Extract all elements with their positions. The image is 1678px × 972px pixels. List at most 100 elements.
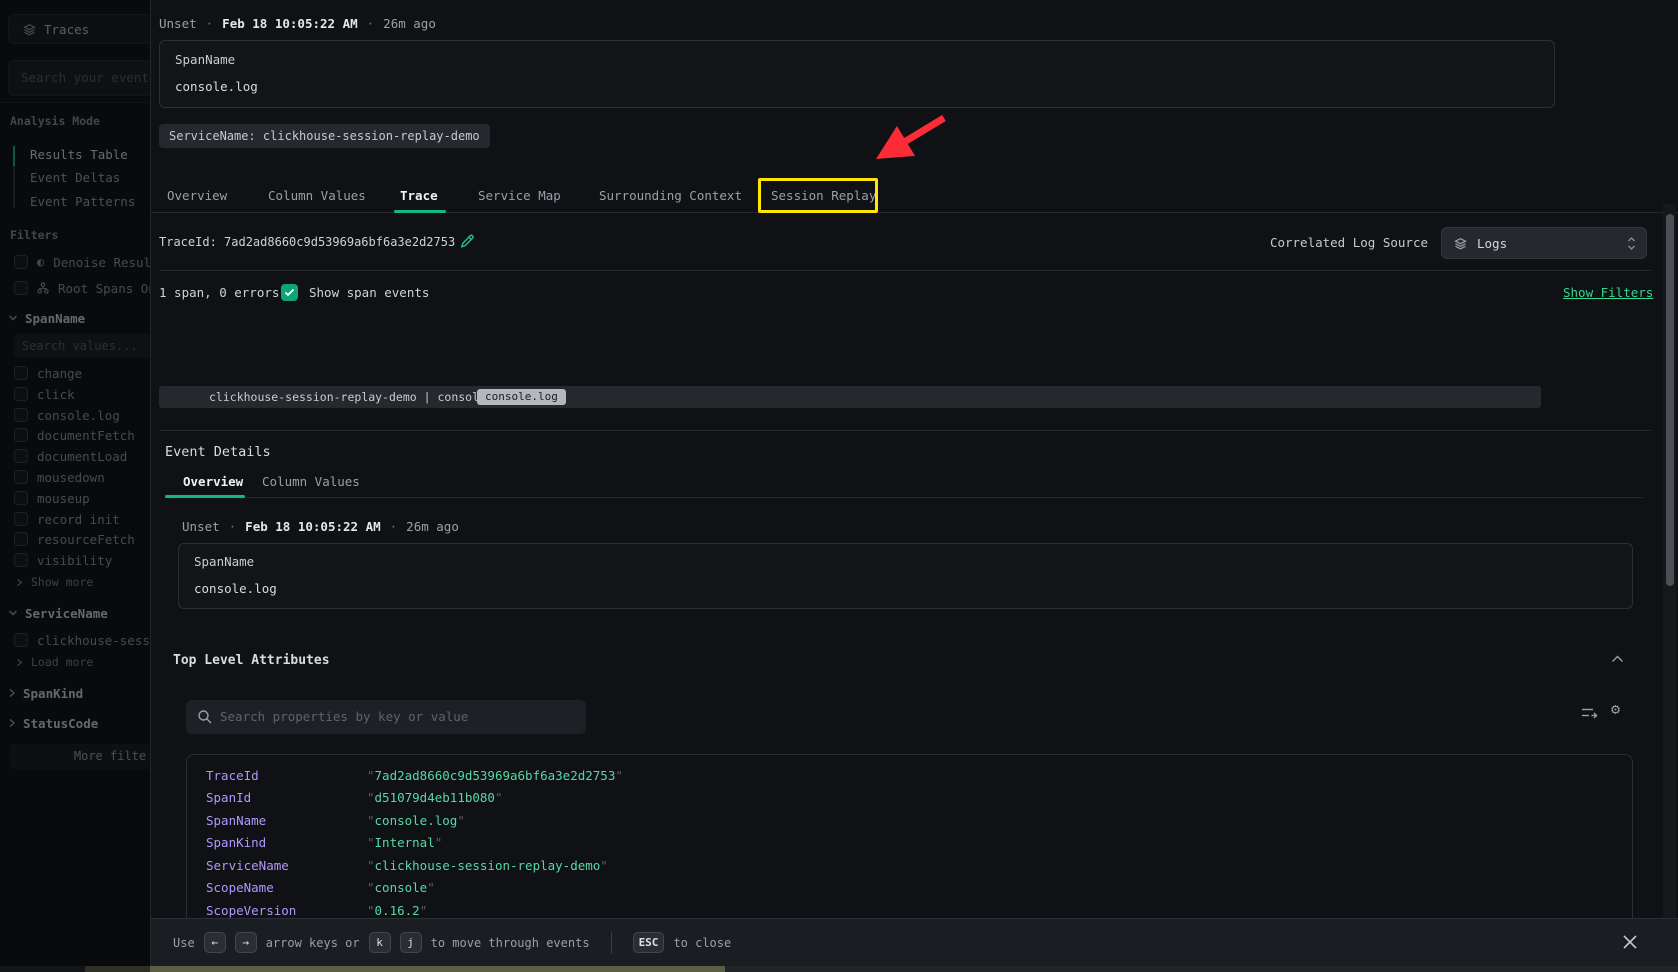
edit-pencil-icon[interactable] [459, 233, 475, 249]
show-span-events-checkbox[interactable] [281, 284, 298, 301]
filter-value-row[interactable]: documentLoad [14, 446, 127, 466]
filter-group-spankind[interactable]: SpanKind [8, 683, 83, 703]
root-spans-row[interactable]: Root Spans On [14, 278, 150, 298]
value-checkbox[interactable] [14, 491, 28, 505]
filter-group-statuscode[interactable]: StatusCode [8, 713, 98, 733]
filter-value-row[interactable]: resourceFetch [14, 529, 135, 549]
quote-mark: " [367, 880, 375, 895]
key-left-arrow: ← [204, 932, 226, 953]
check-icon [284, 288, 295, 297]
scrollbar-thumb[interactable] [1666, 214, 1674, 586]
event-details-meta-line: Unset · Feb 18 10:05:22 AM · 26m ago [182, 517, 459, 535]
filter-value-row[interactable]: documentFetch [14, 425, 135, 445]
attributes-search-input[interactable]: Search properties by key or value [186, 700, 586, 734]
separator-dot: · [206, 16, 214, 31]
close-icon[interactable] [1621, 933, 1639, 951]
filter-value-row[interactable]: mouseup [14, 488, 90, 508]
attribute-value: console.log [375, 813, 458, 828]
value-checkbox[interactable] [14, 449, 28, 463]
more-filters-button[interactable]: More filte [10, 744, 150, 769]
chevron-right-icon [8, 718, 16, 728]
filter-value-row[interactable]: clickhouse-sessi [14, 630, 150, 650]
separator-dot: · [390, 519, 398, 534]
filters-label: Filters [10, 228, 58, 242]
trace-waterfall-span-bar[interactable]: clickhouse-session-replay-demo | console… [159, 386, 1541, 408]
mode-item-results-table[interactable]: Results Table [30, 147, 128, 162]
attribute-key: ScopeVersion [206, 903, 367, 918]
denoise-checkbox[interactable] [14, 255, 28, 269]
tab-overview[interactable]: Overview [167, 188, 227, 203]
filter-value-row[interactable]: click [14, 384, 75, 404]
sidebar: Traces Search your event Analysis Mode R… [0, 0, 150, 972]
value-label: mouseup [37, 491, 90, 506]
value-checkbox[interactable] [14, 366, 28, 380]
value-checkbox[interactable] [14, 553, 28, 567]
attribute-value: Internal [375, 835, 435, 850]
attribute-row: SpanId"d51079d4eb11b080" [187, 787, 1632, 810]
background-chart-strip [85, 966, 725, 972]
traces-source-button[interactable]: Traces [8, 14, 150, 44]
attribute-row: ServiceName"clickhouse-session-replay-de… [187, 854, 1632, 877]
attributes-search-placeholder: Search properties by key or value [220, 700, 468, 734]
select-updown-chevron-icon [1627, 236, 1636, 251]
tab-column-values[interactable]: Column Values [268, 188, 366, 203]
sort-lines-icon[interactable] [1581, 706, 1598, 720]
footer-move-text: to move through events [431, 936, 590, 950]
filter-value-row[interactable]: mousedown [14, 467, 105, 487]
root-spans-label: Root Spans On [58, 281, 150, 296]
filter-value-row[interactable]: visibility [14, 550, 112, 570]
show-span-events-label[interactable]: Show span events [309, 285, 429, 300]
value-checkbox[interactable] [14, 512, 28, 526]
event-details-tab-overview[interactable]: Overview [183, 474, 243, 489]
tab-surrounding-context[interactable]: Surrounding Context [599, 188, 742, 203]
filter-group-servicename[interactable]: ServiceName [8, 603, 108, 623]
log-source-value: Logs [1477, 236, 1507, 251]
filter-value-row[interactable]: console.log [14, 405, 120, 425]
span-name-card: SpanName console.log [159, 40, 1555, 108]
chevron-right-icon [8, 688, 16, 698]
event-details-tab-column-values[interactable]: Column Values [262, 474, 360, 489]
active-tab-underline [394, 210, 446, 213]
attribute-value: console [375, 880, 428, 895]
value-checkbox[interactable] [14, 470, 28, 484]
event-side-panel: Unset · Feb 18 10:05:22 AM · 26m ago Spa… [150, 0, 1678, 966]
show-filters-link[interactable]: Show Filters [1563, 285, 1653, 300]
waterfall-span-badge: console.log [477, 389, 566, 405]
mode-item-event-patterns[interactable]: Event Patterns [30, 194, 135, 209]
timestamp-text: Feb 18 10:05:22 AM [222, 16, 357, 31]
quote-mark: " [457, 813, 465, 828]
span-name-card-label: SpanName [194, 554, 254, 569]
waterfall-span-label: clickhouse-session-replay-demo | console [209, 386, 486, 408]
quote-mark: " [367, 813, 375, 828]
event-meta-line: Unset · Feb 18 10:05:22 AM · 26m ago [159, 14, 436, 32]
value-checkbox[interactable] [14, 408, 28, 422]
mode-item-event-deltas[interactable]: Event Deltas [30, 170, 120, 185]
service-name-badge[interactable]: ServiceName: clickhouse-session-replay-d… [159, 124, 490, 148]
value-checkbox[interactable] [14, 532, 28, 546]
footer-divider [611, 932, 612, 954]
sidebar-search-input[interactable]: Search your event [8, 60, 150, 96]
root-spans-checkbox[interactable] [14, 281, 28, 295]
servicename-load-more[interactable]: Load more [16, 654, 93, 670]
value-checkbox[interactable] [14, 633, 28, 647]
value-checkbox[interactable] [14, 387, 28, 401]
log-source-select[interactable]: Logs [1441, 227, 1647, 259]
panel-footer: Use ← → arrow keys or k j to move throug… [151, 918, 1678, 966]
filter-value-row[interactable]: record init [14, 509, 120, 529]
attribute-key: ServiceName [206, 858, 367, 873]
spanname-show-more[interactable]: Show more [16, 574, 93, 590]
value-checkbox[interactable] [14, 428, 28, 442]
attribute-row: ScopeVersion"0.16.2" [187, 899, 1632, 918]
separator-dot: · [229, 519, 237, 534]
filter-value-row[interactable]: change [14, 363, 82, 383]
spanname-values-search-input[interactable]: Search values... [14, 334, 150, 358]
key-right-arrow: → [235, 932, 257, 953]
tab-trace[interactable]: Trace [400, 188, 438, 203]
tab-service-map[interactable]: Service Map [478, 188, 561, 203]
gear-icon[interactable]: ⚙ [1611, 702, 1620, 717]
analysis-mode-label: Analysis Mode [10, 114, 100, 128]
collapse-chevron-up-icon[interactable] [1611, 655, 1624, 663]
filter-group-spanname[interactable]: SpanName [8, 308, 85, 328]
relative-time-text: 26m ago [406, 519, 459, 534]
denoise-results-row[interactable]: ◐ Denoise Resul [14, 252, 150, 272]
